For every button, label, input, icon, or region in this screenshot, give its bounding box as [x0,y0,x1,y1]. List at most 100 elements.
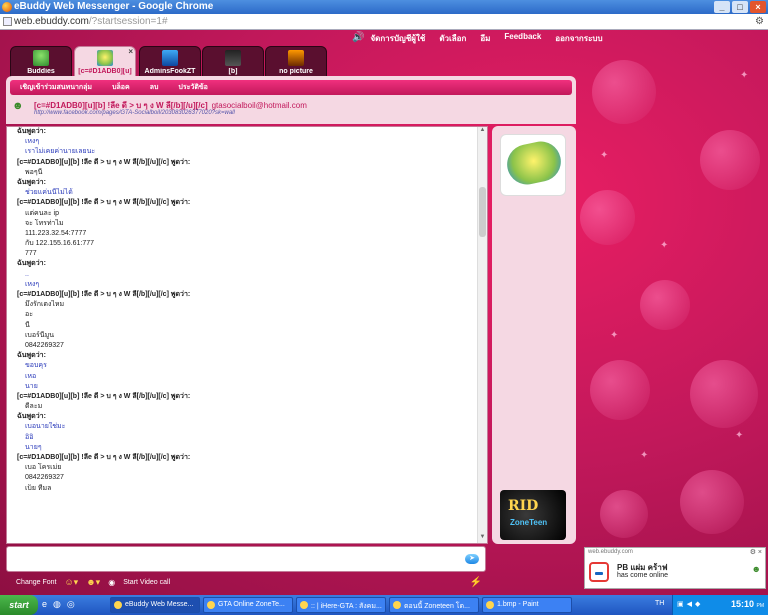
ad-column: RID ZoneTeen [492,126,576,544]
ad-banner-bottom[interactable]: RID ZoneTeen [500,490,566,540]
notification-tools-icon[interactable]: ⚙ × [750,548,762,556]
security-icon[interactable]: ◆ [695,600,700,608]
wink-icon[interactable]: ☻▾ [86,577,100,588]
contact-status-message[interactable]: http://www.facebook.com/pages/GTA-Social… [34,110,235,116]
notification-source: web.ebuddy.com [588,549,633,555]
bg-bubble [700,130,760,190]
tab-label: [b] [228,68,238,75]
menu-block[interactable]: บล็อค [112,82,130,93]
wrench-icon[interactable]: ⚙ [755,16,764,27]
top-nav: 🔊 จัดการบัญชีผู้ใช้ ตัวเลือก อีม Feedbac… [352,32,603,45]
close-tab-icon[interactable]: × [128,47,133,56]
clock: 15:10 PM [731,599,764,609]
ad-banner-top[interactable] [500,134,566,196]
chat-message-line: เหงๆ [25,138,40,146]
nav-manage-account[interactable]: จัดการบัญชีผู้ใช้ [370,32,425,45]
chat-sender-line: ฉันพูดว่า: [17,413,46,421]
chat-message-line: แต่คนละ ip [25,209,59,217]
nav-feedback[interactable]: Feedback [504,32,541,45]
ebuddy-favicon-icon [2,2,12,12]
speaker-icon[interactable]: 🔊 [352,32,364,45]
chat-message-line: 0842269327 [25,341,64,349]
maximize-button[interactable]: □ [732,1,748,13]
address-bar[interactable]: web.ebuddy.com/?startsession=1# ⚙ [0,14,768,30]
scroll-down-icon[interactable]: ▼ [478,534,487,543]
change-font-button[interactable]: Change Font [16,579,56,586]
chat-message-line: 111.223.32.54:7777 [25,229,87,237]
bg-star: ✦ [660,240,669,251]
url-host: web.ebuddy.com [14,16,89,27]
bg-bubble [680,470,744,534]
chat-message-line: 777 [25,250,37,258]
chat-message-line: เบอร์นี้มูน [25,331,54,339]
chat-message-line: ดีละม [25,403,43,411]
ie-icon[interactable]: e [42,599,47,610]
ad-logo-image [503,137,565,189]
chat-sender-line: ฉันพูดว่า: [17,352,46,360]
taskbar-item-gta-online[interactable]: GTA Online ZoneTe... [203,597,293,613]
tab-buddies[interactable]: Buddies [10,46,72,77]
taskbar-item-ihere-gta[interactable]: :: | iHere-GTA : สังคม... [296,597,386,613]
minimize-button[interactable]: _ [714,1,730,13]
tab-no-picture[interactable]: no picture [265,46,327,77]
chat-message-line: เหอ [25,372,37,380]
page-icon [3,17,12,26]
contact-email: gtasocialboil@hotmail.com [211,101,307,110]
volume-icon[interactable]: ◀ [687,600,692,608]
bg-bubble [640,280,690,330]
ad-subtitle: ZoneTeen [510,518,548,527]
url-text[interactable]: web.ebuddy.com/?startsession=1# [14,16,168,27]
chat-sender-line: ฉันพูดว่า: [17,128,46,135]
language-indicator[interactable]: TH [655,600,664,607]
tab-label: AdminsFookZT [144,68,196,75]
window-titlebar: eBuddy Web Messenger - Google Chrome _ □… [0,0,768,14]
video-camera-icon[interactable]: ◉ [108,578,115,587]
nav-logout[interactable]: ออกจากระบบ [555,32,602,45]
url-path: /?startsession=1# [88,16,168,27]
chat-sender-line: [c=#D1ADB0][u][b] !ลีe ดี > บ ๆ ง W ลี[/… [17,291,191,298]
msn-status-icon: ☻ [751,564,761,574]
chat-message-line: นี้ [25,321,30,329]
chat-sender-line: [c=#D1ADB0][u][b] !ลีe ดี > บ ๆ ง W ลี[/… [17,158,191,166]
start-button[interactable]: start [0,595,38,615]
scroll-up-icon[interactable]: ▲ [478,127,487,136]
chat-message-line: กับ 122.155.16.61:777 [25,240,95,248]
window-title: eBuddy Web Messenger - Google Chrome [14,1,214,12]
menu-invite-group[interactable]: เชิญเข้าร่วมสนทนากลุ่ม [20,82,92,93]
chat-scrollbar[interactable]: ▲ ▼ [477,127,487,543]
message-input-area: ➤ Change Font ☺▾ ☻▾ ◉ Start Video call ⚡ [6,546,488,594]
chrome-icon[interactable]: ◎ [67,599,75,610]
chat-message-line: เหงๆ [25,280,40,288]
nav-options[interactable]: ตัวเลือก [439,32,466,45]
taskbar-item-ebuddy[interactable]: eBuddy Web Messe... [110,597,200,613]
contact-avatar [288,50,304,66]
tab-adminsfookzt[interactable]: AdminsFookZT [139,46,201,77]
ebuddy-page: ✦ ✦ ✦ ✦ ✦ ✦ 🔊 จัดการบัญชีผู้ใช้ ตัวเลือก… [0,30,768,595]
chat-sender-line: [c=#D1ADB0][u][b] !ลีe ดี > บ ๆ ง W ลี[/… [17,392,191,400]
close-window-button[interactable]: × [750,1,766,13]
taskbar-item-zoneteen[interactable]: ตอนนี้ Zoneteen โต... [389,597,479,613]
start-video-call-button[interactable]: Start Video call [123,579,170,586]
send-button[interactable]: ➤ [465,554,479,564]
bg-star: ✦ [640,450,649,461]
taskbar-item-paint[interactable]: 1.bmp - Paint [482,597,572,613]
online-notification[interactable]: web.ebuddy.com ⚙ × PB แผ่ม คร้าฟ has com… [584,547,766,589]
tab-current-chat[interactable]: × [c=#D1ADB0][u] [74,46,136,78]
firefox-icon[interactable]: ◍ [53,599,61,610]
network-icon[interactable]: ▣ [677,600,684,608]
nav-email[interactable]: อีม [480,32,490,45]
menu-delete[interactable]: ลบ [150,82,159,93]
clock-ampm: PM [756,603,765,609]
bg-star: ✦ [600,150,609,161]
chat-message-line: 0842269327 [25,474,64,482]
bg-star: ✦ [610,330,619,341]
chat-window: ฉันพูดว่า: เหงๆ เราไม่เคยค่านายเลยนะ [c=#D1… [6,126,488,544]
scroll-thumb[interactable] [479,187,486,237]
tab-label: no picture [279,68,313,75]
menu-history[interactable]: ประวัติข้อ [178,82,207,93]
message-input[interactable]: ➤ [6,546,486,572]
chat-toolbar: Change Font ☺▾ ☻▾ ◉ Start Video call ⚡ [6,574,486,590]
nudge-icon[interactable]: ⚡ [470,577,482,588]
emoticon-icon[interactable]: ☺▾ [64,577,78,588]
tab-b[interactable]: [b] [202,46,264,77]
